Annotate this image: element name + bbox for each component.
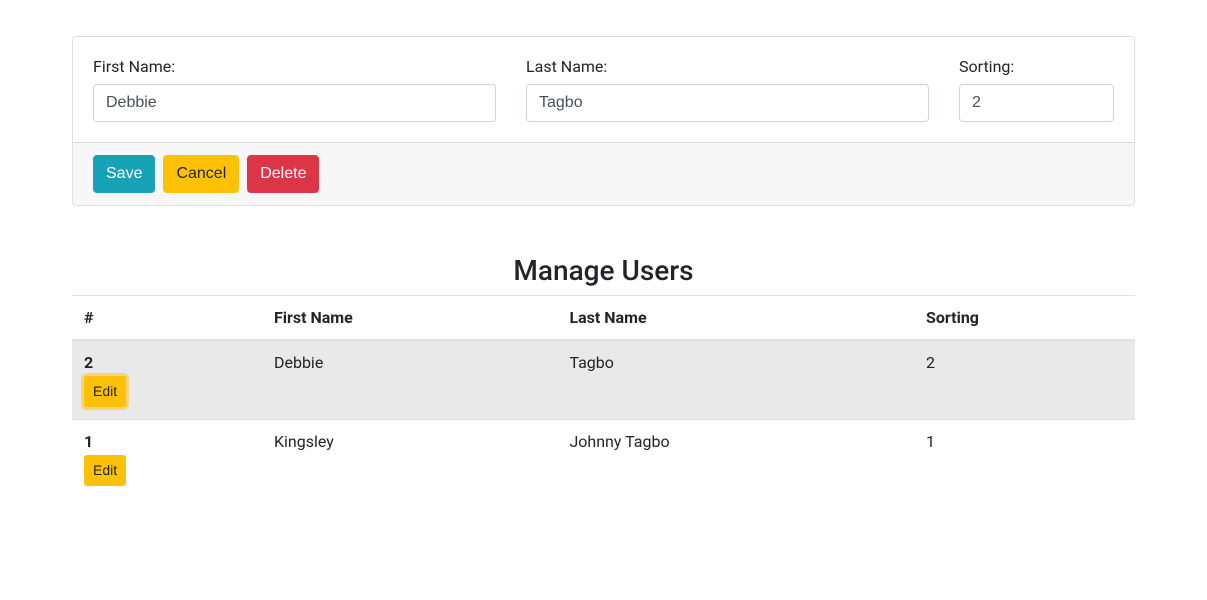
first-name-input[interactable] <box>93 84 496 122</box>
card-footer: Save Cancel Delete <box>73 142 1134 205</box>
sorting-label: Sorting: <box>959 57 1114 76</box>
cell-id: 2 Edit <box>72 340 262 420</box>
cell-last-name: Tagbo <box>557 340 914 420</box>
edit-user-card: First Name: Last Name: Sorting: Save Can… <box>72 36 1135 206</box>
row-id: 1 <box>84 432 250 451</box>
header-sorting: Sorting <box>914 296 1135 341</box>
header-id: # <box>72 296 262 341</box>
table-header-row: # First Name Last Name Sorting <box>72 296 1135 341</box>
header-last-name: Last Name <box>557 296 914 341</box>
edit-button[interactable]: Edit <box>84 376 126 407</box>
users-table: # First Name Last Name Sorting 2 Edit Debb… <box>72 295 1135 498</box>
header-first-name: First Name <box>262 296 557 341</box>
first-name-group: First Name: <box>93 57 496 122</box>
sorting-input[interactable] <box>959 84 1114 122</box>
cell-last-name: Johnny Tagbo <box>557 420 914 499</box>
edit-button[interactable]: Edit <box>84 455 126 486</box>
save-button[interactable]: Save <box>93 155 155 193</box>
cell-sorting: 1 <box>914 420 1135 499</box>
cell-id: 1 Edit <box>72 420 262 499</box>
last-name-group: Last Name: <box>526 57 929 122</box>
card-body: First Name: Last Name: Sorting: <box>73 37 1134 142</box>
cell-sorting: 2 <box>914 340 1135 420</box>
cell-first-name: Kingsley <box>262 420 557 499</box>
table-row: 2EditDebbieTagbo2 <box>72 340 1135 420</box>
table-row: 1EditKingsleyJohnny Tagbo1 <box>72 420 1135 499</box>
sorting-group: Sorting: <box>959 57 1114 122</box>
cell-first-name: Debbie <box>262 340 557 420</box>
delete-button[interactable]: Delete <box>247 155 319 193</box>
section-title: Manage Users <box>72 254 1135 287</box>
first-name-label: First Name: <box>93 57 496 76</box>
row-id: 2 <box>84 353 250 372</box>
cancel-button[interactable]: Cancel <box>163 155 239 193</box>
last-name-input[interactable] <box>526 84 929 122</box>
last-name-label: Last Name: <box>526 57 929 76</box>
